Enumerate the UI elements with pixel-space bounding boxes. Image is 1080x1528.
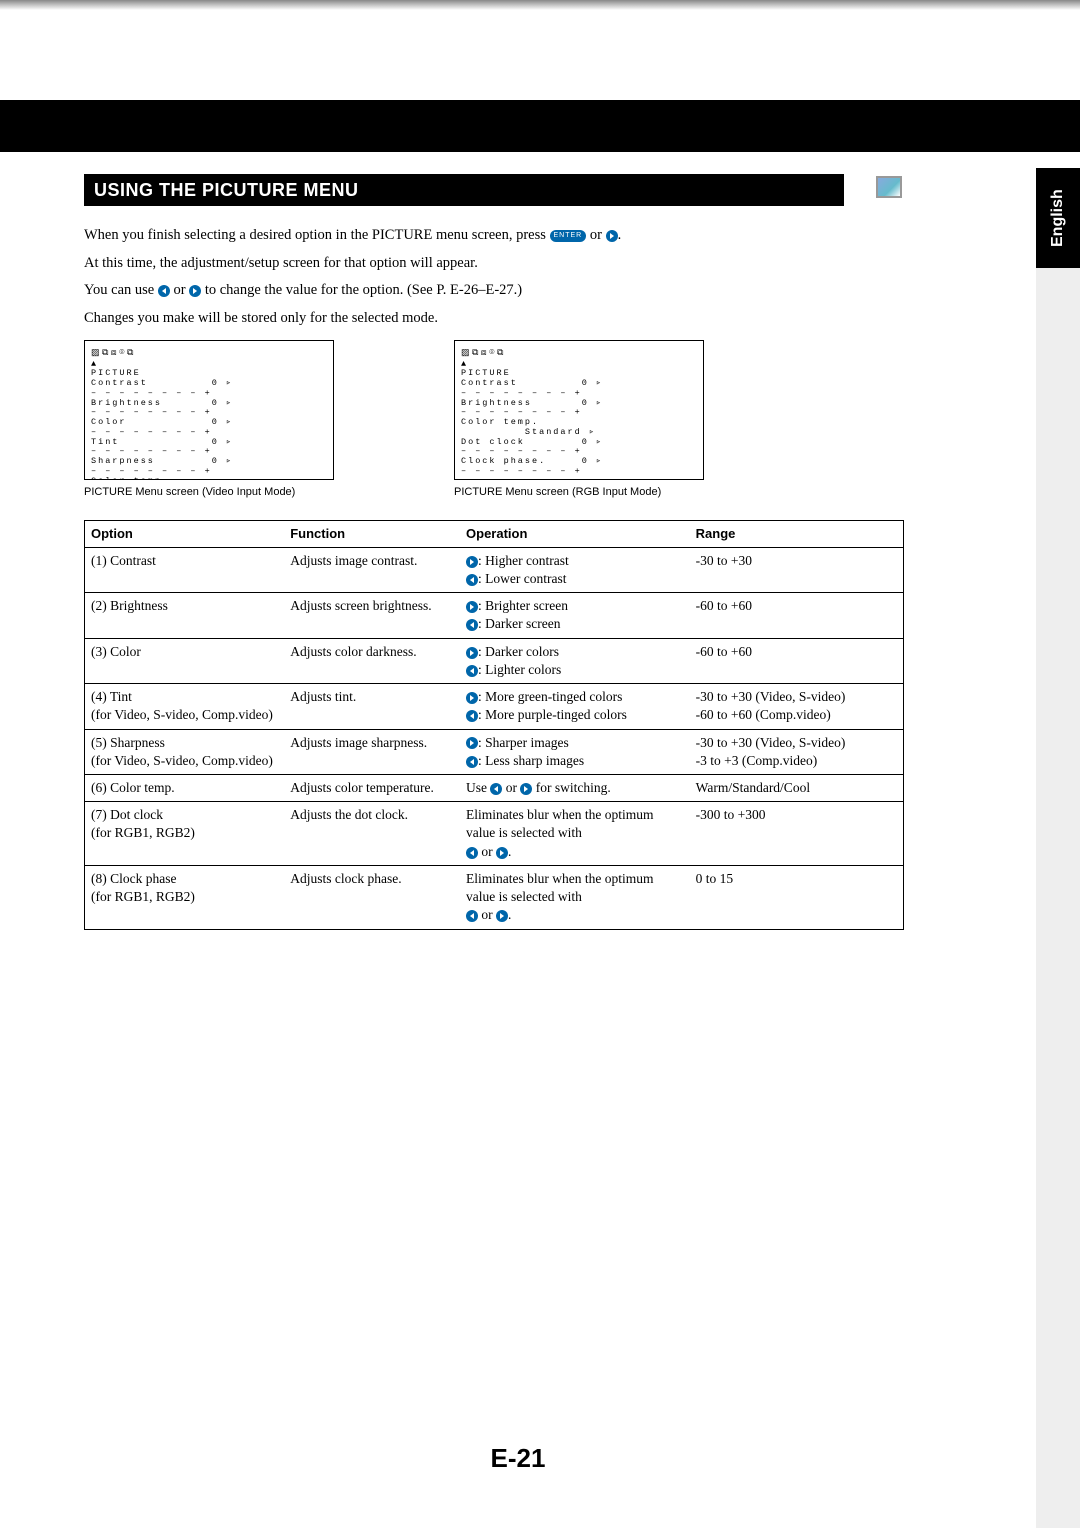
right-arrow-icon <box>466 737 478 749</box>
cell-function: Adjusts image sharpness. <box>284 729 460 774</box>
left-arrow-icon <box>466 910 478 922</box>
table-row: (6) Color temp.Adjusts color temperature… <box>85 774 904 801</box>
cell-range: -60 to +60 <box>690 638 904 683</box>
cell-option: (4) Tint(for Video, S-video, Comp.video) <box>85 684 285 729</box>
page-top-black-bar <box>0 100 1080 152</box>
left-arrow-icon <box>466 756 478 768</box>
left-arrow-icon <box>466 847 478 859</box>
cell-option: (2) Brightness <box>85 593 285 638</box>
cell-operation: : Sharper images: Less sharp images <box>460 729 690 774</box>
right-arrow-icon <box>189 285 201 297</box>
cell-option: (7) Dot clock(for RGB1, RGB2) <box>85 802 285 866</box>
cell-function: Adjusts screen brightness. <box>284 593 460 638</box>
cell-option: (1) Contrast <box>85 547 285 592</box>
osd-rgb-lines: ▲ PICTURE Contrast 0 ▹ – – – – – – – – +… <box>461 359 603 481</box>
right-arrow-icon <box>466 556 478 568</box>
right-arrow-icon <box>466 601 478 613</box>
right-arrow-icon <box>520 783 532 795</box>
cell-range: -30 to +30 <box>690 547 904 592</box>
osd-rgb-block: ▨ ⧉ ⧈ ⌾ ⧉ ▲ PICTURE Contrast 0 ▹ – – – – … <box>454 340 704 498</box>
cell-range: -30 to +30 (Video, S-video)-60 to +60 (C… <box>690 684 904 729</box>
right-arrow-icon <box>496 847 508 859</box>
right-arrow-icon <box>606 230 618 242</box>
table-row: (5) Sharpness(for Video, S-video, Comp.v… <box>85 729 904 774</box>
table-row: (7) Dot clock(for RGB1, RGB2)Adjusts the… <box>85 802 904 866</box>
language-label: English <box>1049 189 1067 247</box>
cell-function: Adjusts color darkness. <box>284 638 460 683</box>
table-row: (3) ColorAdjusts color darkness.: Darker… <box>85 638 904 683</box>
table-header-row: Option Function Operation Range <box>85 521 904 548</box>
cell-function: Adjusts image contrast. <box>284 547 460 592</box>
cell-operation: Use or for switching. <box>460 774 690 801</box>
table-row: (8) Clock phase(for RGB1, RGB2)Adjusts c… <box>85 865 904 929</box>
cell-operation: : Brighter screen: Darker screen <box>460 593 690 638</box>
cell-range: -30 to +30 (Video, S-video)-3 to +3 (Com… <box>690 729 904 774</box>
right-arrow-icon <box>496 910 508 922</box>
cell-function: Adjusts tint. <box>284 684 460 729</box>
left-arrow-icon <box>158 285 170 297</box>
cell-range: 0 to 15 <box>690 865 904 929</box>
cell-operation: Eliminates blur when the optimum value i… <box>460 802 690 866</box>
col-option: Option <box>85 521 285 548</box>
osd-tab-icons: ▨ ⧉ ⧈ ⌾ ⧉ <box>91 347 327 357</box>
page-content: When you finish selecting a desired opti… <box>84 226 904 930</box>
right-arrow-icon <box>466 647 478 659</box>
page-top-shadow <box>0 0 1080 10</box>
cell-option: (5) Sharpness(for Video, S-video, Comp.v… <box>85 729 285 774</box>
cell-operation: Eliminates blur when the optimum value i… <box>460 865 690 929</box>
intro-line-2: At this time, the adjustment/setup scree… <box>84 254 904 274</box>
table-row: (4) Tint(for Video, S-video, Comp.video)… <box>85 684 904 729</box>
cell-function: Adjusts color temperature. <box>284 774 460 801</box>
cell-option: (6) Color temp. <box>85 774 285 801</box>
left-arrow-icon <box>466 665 478 677</box>
osd-video-block: ▨ ⧉ ⧈ ⌾ ⧉ ▲ PICTURE Contrast 0 ▹ – – – – … <box>84 340 334 498</box>
cell-option: (8) Clock phase(for RGB1, RGB2) <box>85 865 285 929</box>
cell-operation: : Darker colors: Lighter colors <box>460 638 690 683</box>
col-range: Range <box>690 521 904 548</box>
section-heading-bar: USING THE PICUTURE MENU <box>84 174 844 206</box>
left-arrow-icon <box>466 619 478 631</box>
cell-option: (3) Color <box>85 638 285 683</box>
enter-button-icon: ENTER <box>550 230 587 242</box>
language-tab: English <box>1036 168 1080 268</box>
cell-range: -300 to +300 <box>690 802 904 866</box>
intro-line-3: You can use or to change the value for t… <box>84 281 904 301</box>
cell-operation: : Higher contrast: Lower contrast <box>460 547 690 592</box>
side-stripe <box>1036 268 1080 1528</box>
cell-function: Adjusts the dot clock. <box>284 802 460 866</box>
col-operation: Operation <box>460 521 690 548</box>
left-arrow-icon <box>466 710 478 722</box>
right-arrow-icon <box>466 692 478 704</box>
table-row: (2) BrightnessAdjusts screen brightness.… <box>85 593 904 638</box>
table-row: (1) ContrastAdjusts image contrast.: Hig… <box>85 547 904 592</box>
osd-rgb-screen: ▨ ⧉ ⧈ ⌾ ⧉ ▲ PICTURE Contrast 0 ▹ – – – – … <box>454 340 704 480</box>
osd-video-caption: PICTURE Menu screen (Video Input Mode) <box>84 486 334 498</box>
cell-operation: : More green-tinged colors: More purple-… <box>460 684 690 729</box>
tv-icon <box>876 176 902 198</box>
section-heading: USING THE PICUTURE MENU <box>94 180 359 201</box>
osd-screens-row: ▨ ⧉ ⧈ ⌾ ⧉ ▲ PICTURE Contrast 0 ▹ – – – – … <box>84 340 904 498</box>
cell-range: -60 to +60 <box>690 593 904 638</box>
cell-function: Adjusts clock phase. <box>284 865 460 929</box>
left-arrow-icon <box>490 783 502 795</box>
col-function: Function <box>284 521 460 548</box>
page-number: E-21 <box>0 1443 1036 1474</box>
osd-tab-icons: ▨ ⧉ ⧈ ⌾ ⧉ <box>461 347 697 357</box>
cell-range: Warm/Standard/Cool <box>690 774 904 801</box>
osd-rgb-caption: PICTURE Menu screen (RGB Input Mode) <box>454 486 704 498</box>
osd-video-lines: ▲ PICTURE Contrast 0 ▹ – – – – – – – – +… <box>91 359 233 481</box>
intro-line-4: Changes you make will be stored only for… <box>84 309 904 329</box>
osd-video-screen: ▨ ⧉ ⧈ ⌾ ⧉ ▲ PICTURE Contrast 0 ▹ – – – – … <box>84 340 334 480</box>
intro-line-1: When you finish selecting a desired opti… <box>84 226 904 246</box>
picture-options-table: Option Function Operation Range (1) Cont… <box>84 520 904 929</box>
left-arrow-icon <box>466 574 478 586</box>
